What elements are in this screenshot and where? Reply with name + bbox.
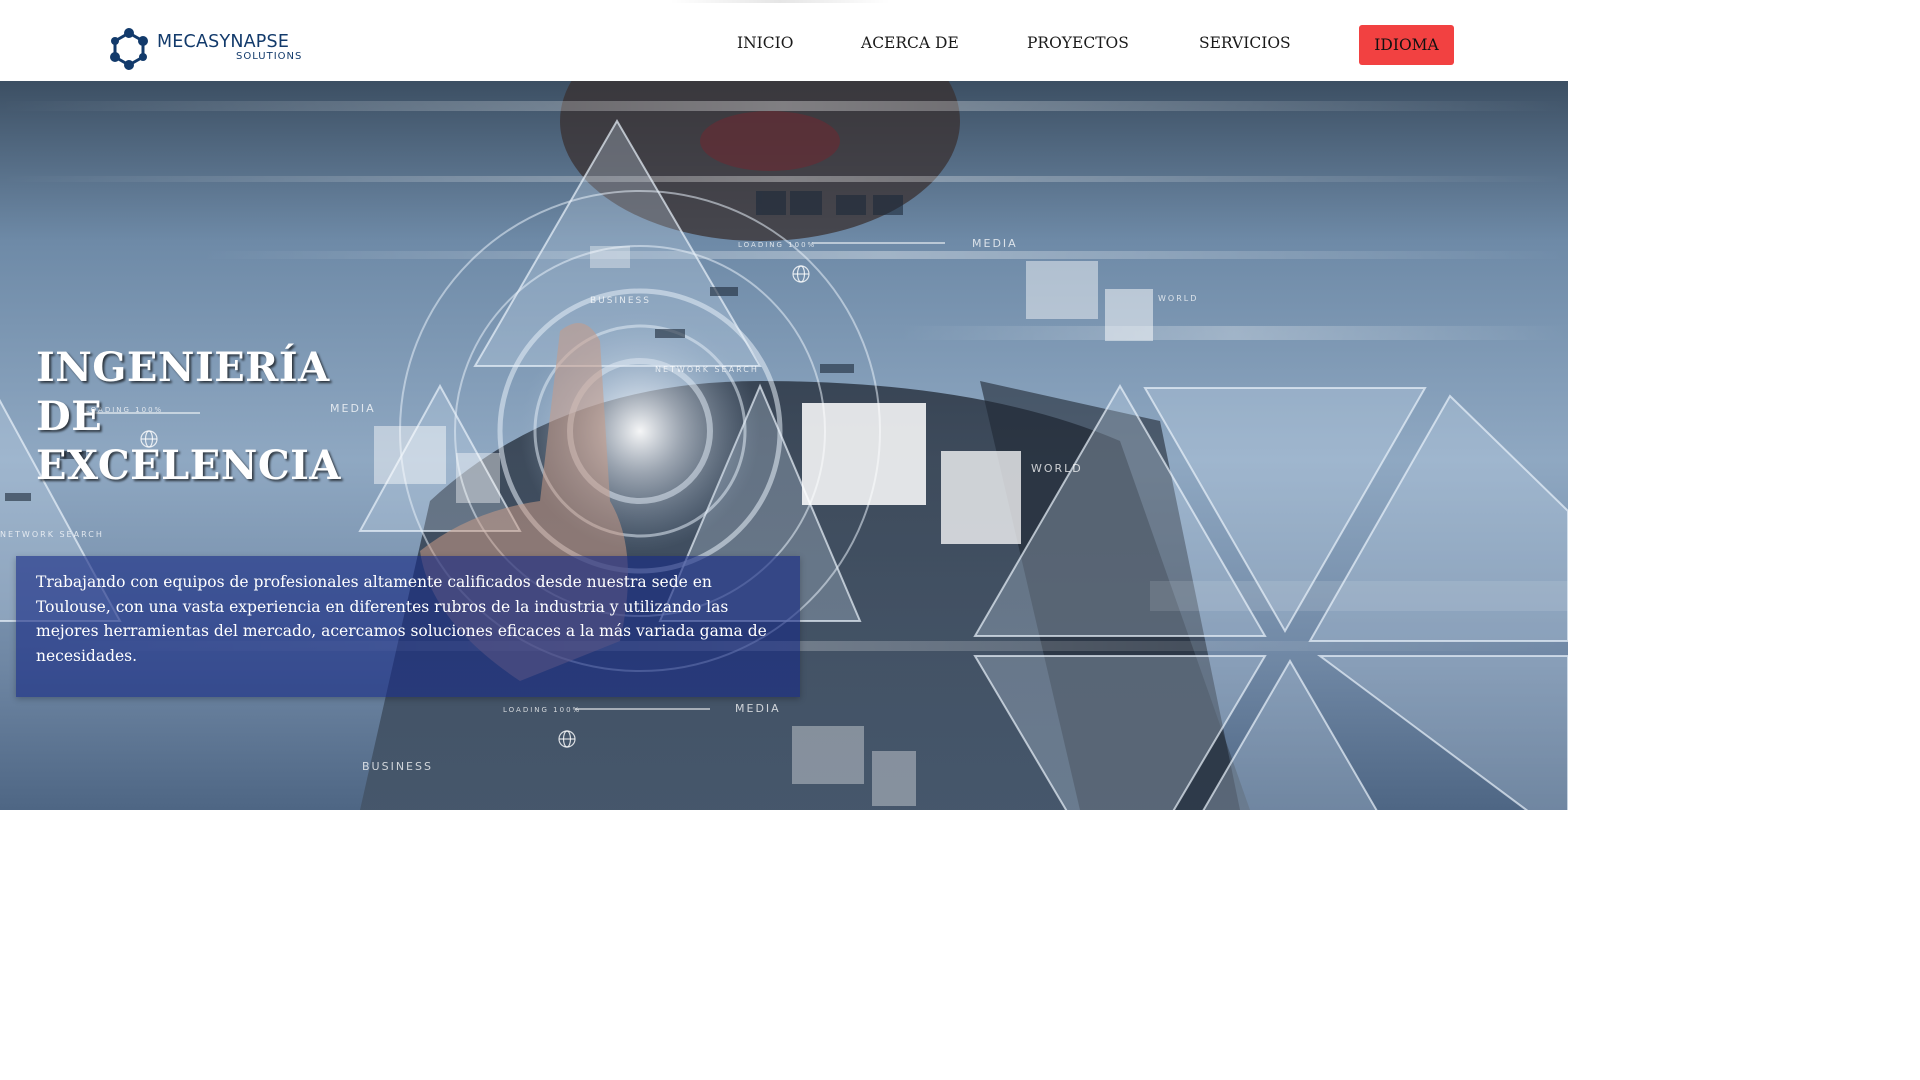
hero-title-line: INGENIERÍA (36, 344, 330, 391)
nav-proyectos[interactable]: PROYECTOS (1027, 34, 1129, 52)
hud-label-business-2: BUSINESS (590, 296, 651, 306)
hud-label-loading-2: LOADING 100% (503, 706, 581, 714)
logo-subtitle: SOLUTIONS (236, 51, 303, 62)
nav-inicio[interactable]: INICIO (737, 34, 794, 52)
hero-description: Trabajando con equipos de profesionales … (36, 573, 767, 665)
hero-title-line: DE (36, 393, 103, 440)
logo[interactable]: MECASYNAPSE SOLUTIONS (108, 28, 318, 72)
nav-acerca-de[interactable]: ACERCA DE (861, 34, 959, 52)
site-header: MECASYNAPSE SOLUTIONS INICIO ACERCA DE P… (0, 0, 1568, 81)
hud-label-media-2: MEDIA (735, 702, 781, 715)
hud-label-business: BUSINESS (362, 760, 433, 773)
language-button[interactable]: IDIOMA (1359, 25, 1454, 65)
logo-hexagon-network-icon (110, 28, 148, 70)
hud-label-media: MEDIA (972, 237, 1018, 250)
hero-banner: WORLD WORLD MEDIA MEDIA MEDIA BUSINESS B… (0, 81, 1568, 810)
header-top-shadow (670, 0, 890, 3)
hud-label-world-small: WORLD (1158, 294, 1198, 303)
hud-label-loading: LOADING 100% (738, 241, 816, 249)
hero-title-line: EXCELENCIA (36, 442, 341, 489)
logo-name: MECASYNAPSE (157, 32, 290, 52)
hero-title: INGENIERÍA DE EXCELENCIA (36, 343, 341, 490)
nav-servicios[interactable]: SERVICIOS (1199, 34, 1291, 52)
page-below-hero (0, 810, 1568, 882)
hud-label-network-search: NETWORK SEARCH (655, 365, 759, 374)
hud-label-network-search-2: NETWORK SEARCH (0, 530, 104, 539)
hud-label-world: WORLD (1031, 462, 1083, 475)
